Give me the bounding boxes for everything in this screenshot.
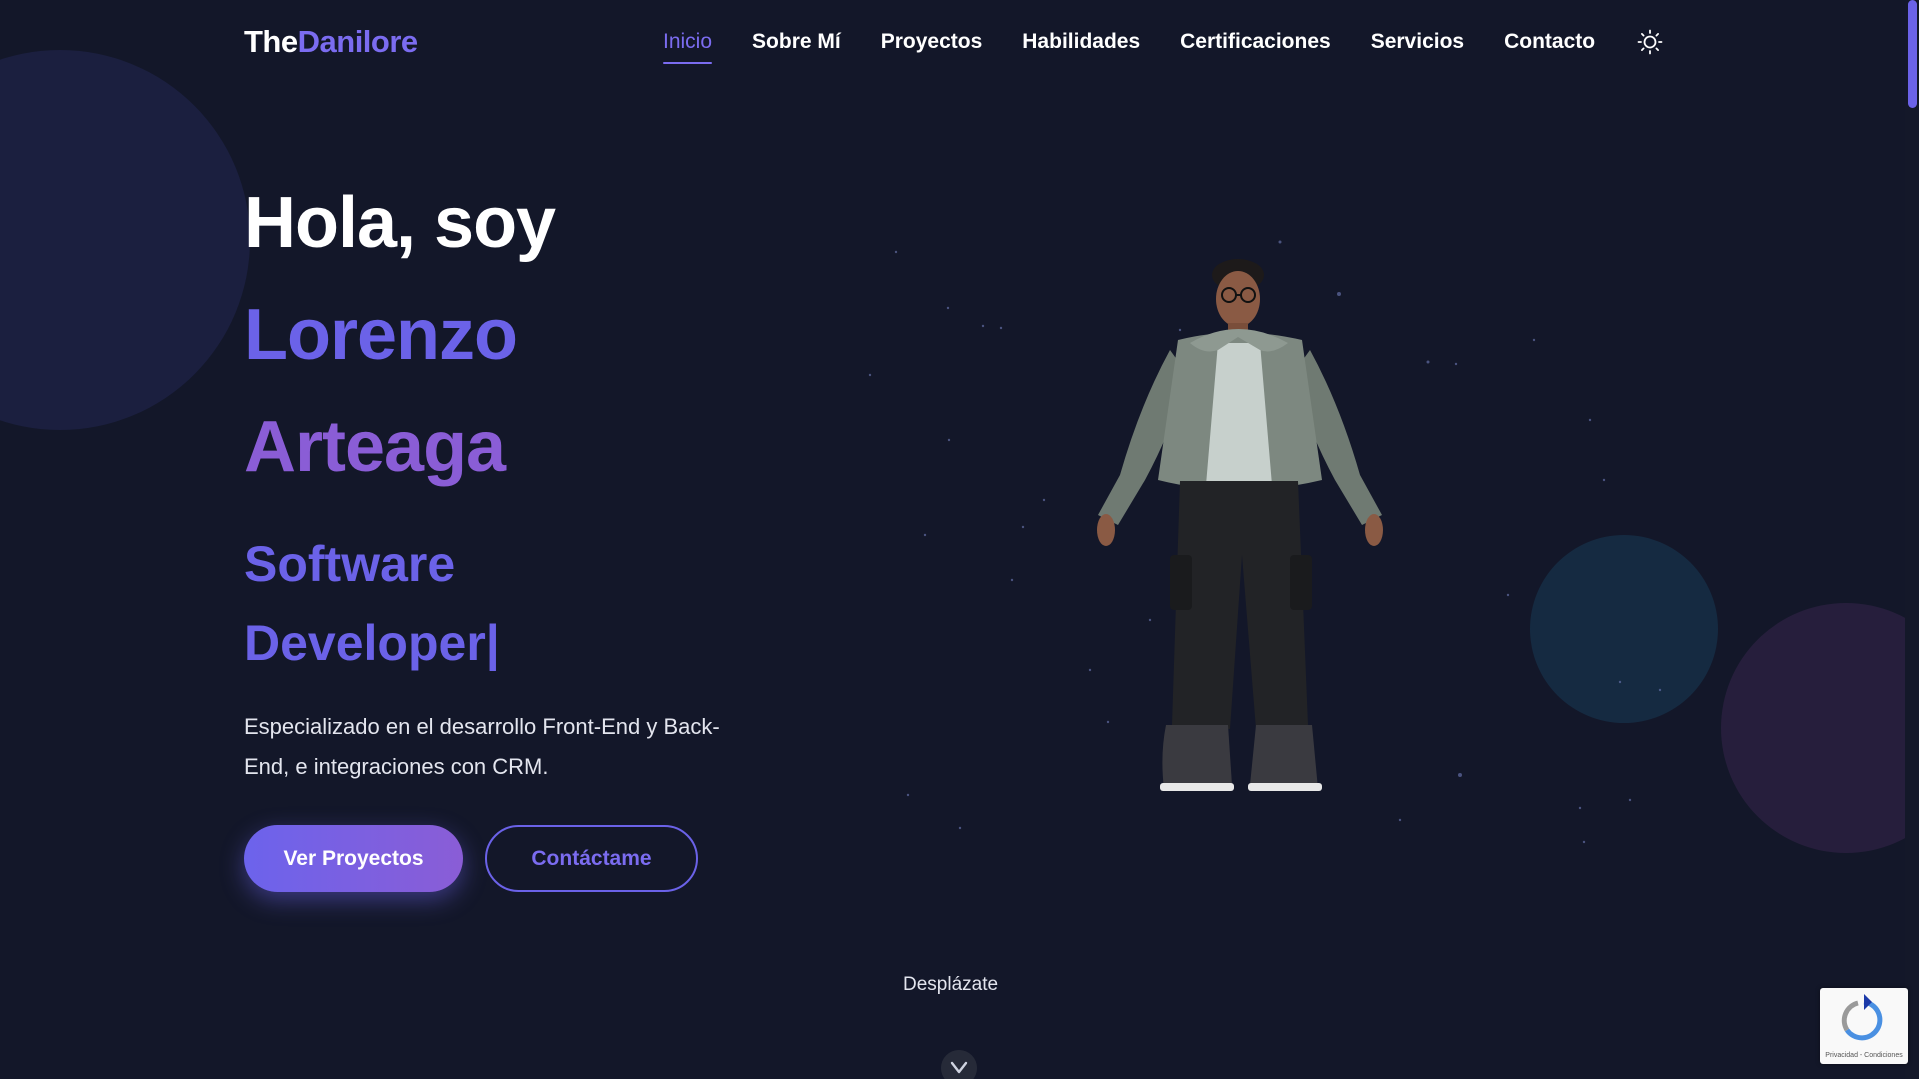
scrollbar-track[interactable]	[1905, 0, 1919, 1079]
hero-first-name: Lorenzo	[244, 295, 518, 375]
contactame-button[interactable]: Contáctame	[485, 825, 698, 892]
3d-avatar-figure	[1097, 259, 1383, 791]
scroll-hint-label: Desplázate	[903, 974, 999, 995]
hero-greeting: Hola, soy	[244, 183, 556, 263]
recaptcha-badge[interactable]: Privacidad - Condiciones	[1820, 988, 1908, 1064]
nav-item-proyectos[interactable]: Proyectos	[881, 30, 983, 54]
top-navigation: TheDanilore Inicio Sobre Mí Proyectos Ha…	[0, 0, 1919, 86]
recaptcha-links[interactable]: Privacidad - Condiciones	[1820, 1052, 1908, 1059]
nav-item-habilidades[interactable]: Habilidades	[1022, 30, 1140, 54]
nav-item-certificaciones[interactable]: Certificaciones	[1180, 30, 1331, 54]
chevron-down-icon[interactable]	[941, 1050, 977, 1079]
site-logo[interactable]: TheDanilore	[244, 24, 418, 60]
logo-text-the: The	[244, 24, 298, 59]
ver-proyectos-button[interactable]: Ver Proyectos	[244, 825, 463, 892]
nav-links: Inicio Sobre Mí Proyectos Habilidades Ce…	[663, 30, 1595, 64]
scrollbar-thumb[interactable]	[1908, 0, 1917, 108]
nav-item-contacto[interactable]: Contacto	[1504, 30, 1595, 54]
nav-item-sobre-mi[interactable]: Sobre Mí	[752, 30, 841, 54]
page: TheDanilore Inicio Sobre Mí Proyectos Ha…	[0, 0, 1919, 1079]
hero-role-line-2: Developer|	[244, 615, 500, 671]
nav-item-servicios[interactable]: Servicios	[1371, 30, 1464, 54]
hero-role-line-1: Software	[244, 536, 456, 592]
hero-last-name: Arteaga	[244, 407, 506, 487]
logo-text-danilore: Danilore	[297, 24, 419, 59]
nav-item-inicio[interactable]: Inicio	[663, 30, 713, 64]
hero-description: Especializado en el desarrollo Front-End…	[244, 714, 720, 779]
sun-icon[interactable]	[1637, 29, 1663, 55]
